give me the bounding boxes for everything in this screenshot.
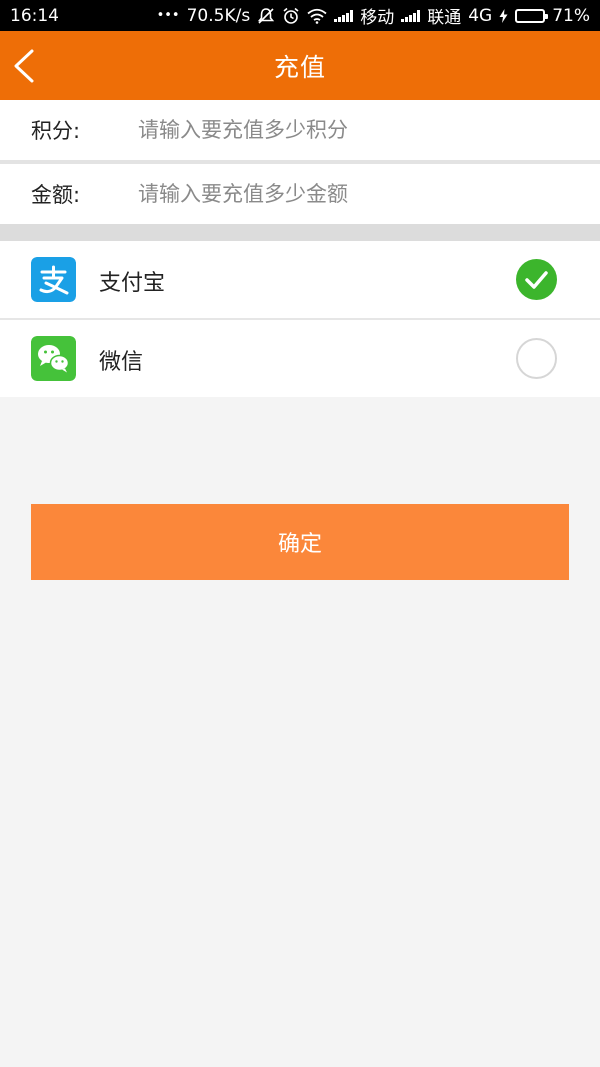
amount-label: 金额: — [31, 183, 81, 207]
confirm-button[interactable]: 确定 — [31, 504, 569, 580]
wechat-icon — [31, 336, 76, 381]
payment-option-alipay[interactable]: 支付宝 — [0, 241, 600, 318]
page-title: 充值 — [273, 52, 326, 82]
payment-label-alipay: 支付宝 — [99, 271, 166, 296]
battery-icon — [515, 8, 549, 23]
radio-unchecked-icon[interactable] — [516, 338, 557, 379]
status-right: ••• 70.5K/s 移动 联通 4G 71% — [156, 3, 590, 29]
radio-checked-icon[interactable] — [516, 259, 557, 300]
chevron-left-icon[interactable] — [10, 47, 40, 85]
carrier-2: 联通 — [427, 8, 462, 28]
status-bar: 16:14 ••• 70.5K/s 移动 联通 4G 71% — [0, 0, 600, 31]
payment-label-wechat: 微信 — [99, 350, 144, 375]
points-input[interactable] — [138, 110, 578, 150]
alipay-icon — [31, 257, 76, 302]
payment-option-wechat[interactable]: 微信 — [0, 320, 600, 397]
mute-bell-icon — [258, 7, 275, 24]
signal-icon — [334, 9, 354, 22]
carrier-1: 移动 — [360, 8, 395, 28]
points-row: 积分: — [0, 100, 600, 160]
amount-row: 金额: — [0, 164, 600, 224]
status-time: 16:14 — [10, 5, 59, 26]
check-icon — [525, 271, 548, 289]
signal-icon — [401, 9, 421, 22]
amount-input[interactable] — [138, 174, 578, 214]
battery-percent: 71% — [552, 5, 590, 26]
net-speed: 70.5K/s — [186, 5, 251, 26]
section-separator — [0, 224, 600, 241]
network-type: 4G — [468, 5, 493, 26]
header-bar: 充值 — [0, 31, 600, 100]
wifi-icon — [307, 8, 327, 24]
charging-bolt-icon — [499, 8, 508, 23]
status-dots: ••• — [156, 8, 180, 23]
points-label: 积分: — [31, 119, 81, 143]
alarm-clock-icon — [283, 7, 299, 24]
